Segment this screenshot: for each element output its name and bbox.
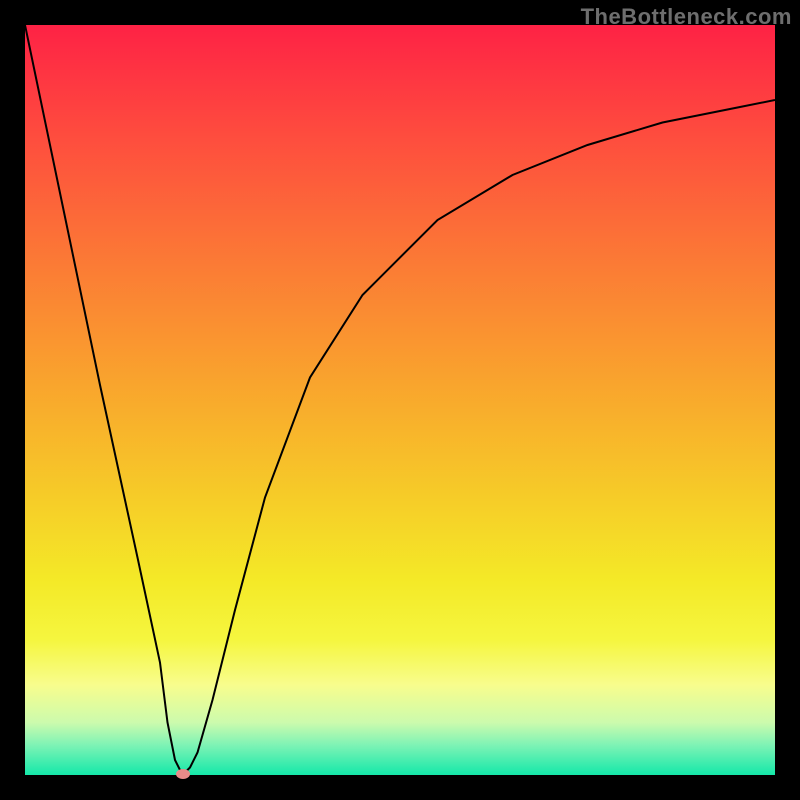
credit-text: TheBottleneck.com bbox=[581, 4, 792, 30]
chart-plot-area bbox=[25, 25, 775, 775]
chart-curve-svg bbox=[25, 25, 775, 775]
chart-curve bbox=[25, 25, 775, 775]
chart-frame: TheBottleneck.com bbox=[0, 0, 800, 800]
chart-minimum-marker bbox=[176, 769, 190, 779]
